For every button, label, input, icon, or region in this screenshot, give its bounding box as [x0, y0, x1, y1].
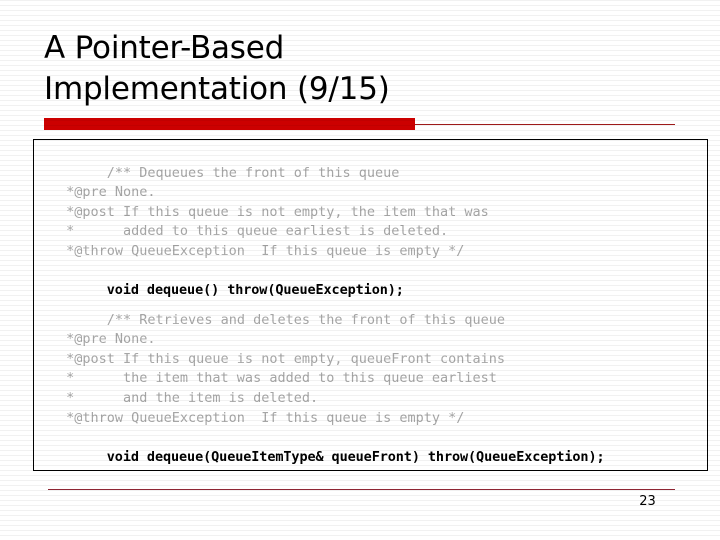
title-accent-bar	[44, 118, 415, 130]
page-number: 23	[639, 494, 656, 509]
slide-canvas: A Pointer-Based Implementation (9/15) /*…	[0, 0, 720, 540]
code-declaration-2: void dequeue(QueueItemType& queueFront) …	[106, 448, 605, 465]
code-listing-box: /** Dequeues the front of this queue *@p…	[33, 139, 708, 471]
code-block-dequeue-ref: /** Retrieves and deletes the front of t…	[58, 291, 605, 470]
code-comment-block-2: /** Retrieves and deletes the front of t…	[66, 311, 506, 426]
code-comment-block-1: /** Dequeues the front of this queue *@p…	[66, 164, 489, 259]
page-title: A Pointer-Based Implementation (9/15)	[44, 30, 390, 107]
footer-rule	[48, 489, 675, 490]
